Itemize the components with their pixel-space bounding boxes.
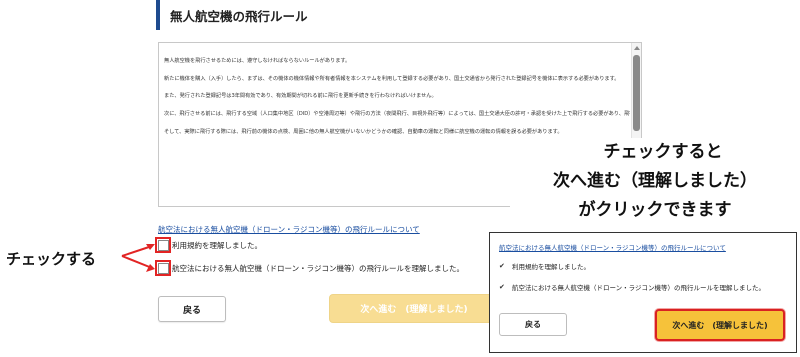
enable-callout-line: 次へ進む（理解しました）: [553, 171, 757, 191]
inset-back-button[interactable]: 戻る: [499, 313, 567, 336]
terms-content: 無人航空機を飛行させるためには、遵守しなければならないルールがあります。 新たに…: [164, 57, 630, 146]
terms-checkbox-label[interactable]: 利用規約を理解しました。: [172, 240, 262, 251]
flight-rules-link[interactable]: 航空法における無人航空機（ドローン・ラジコン機等）の飛行ルールについて: [158, 224, 420, 235]
checkbox-highlight: [155, 237, 171, 253]
enable-callout: チェックすると 次へ進む（理解しました） がクリックできます: [510, 138, 800, 225]
inset-next-button[interactable]: 次へ進む (理解しました): [655, 309, 785, 341]
inset-terms-row[interactable]: ✔ 利用規約を理解しました。: [499, 261, 590, 271]
rules-checkbox-row[interactable]: 航空法における無人航空機（ドローン・ラジコン機等）の飛行ルールを理解しました。: [158, 263, 464, 274]
next-button-disabled[interactable]: 次へ進む (理解しました): [329, 294, 499, 323]
terms-paragraph: また、発行された登録記号は3年間有効であり、有効期間が切れる前に飛行を更新手続き…: [164, 93, 437, 100]
enable-callout-line: がクリックできます: [578, 200, 732, 220]
check-callout-text: チェックする: [6, 250, 97, 268]
inset-rules-row[interactable]: ✔ 航空法における無人航空機（ドローン・ラジコン機等）の飛行ルールを理解しました…: [499, 282, 765, 292]
checkbox-highlight: [155, 260, 171, 276]
page-title: 無人航空機の飛行ルール: [170, 8, 308, 24]
checked-state-inset: 航空法における無人航空機（ドローン・ラジコン機等）の飛行ルールについて ✔ 利用…: [489, 232, 797, 353]
terms-paragraph: 新たに機体を購入（入手）したら、まずは、その機体の機体情報や所有者情報を本システ…: [164, 75, 620, 82]
inset-flight-rules-link[interactable]: 航空法における無人航空機（ドローン・ラジコン機等）の飛行ルールについて: [499, 242, 726, 252]
checkmark-icon[interactable]: ✔: [499, 283, 509, 291]
inset-rules-label[interactable]: 航空法における無人航空機（ドローン・ラジコン機等）の飛行ルールを理解しました。: [512, 282, 765, 292]
terms-paragraph: そして、実際に飛行する際には、飛行前の機体の点検、周囲に他の無人航空機がいないか…: [164, 128, 563, 135]
terms-paragraph: 無人航空機を飛行させるためには、遵守しなければならないルールがあります。: [164, 58, 351, 64]
rules-checkbox-label[interactable]: 航空法における無人航空機（ドローン・ラジコン機等）の飛行ルールを理解しました。: [172, 263, 464, 274]
scroll-thumb[interactable]: [633, 55, 640, 131]
scroll-up-icon[interactable]: [634, 46, 640, 50]
terms-paragraph: 次に、飛行させる前には、飛行する空域（人口集中地区（DID）や空港周辺等）や飛行…: [164, 111, 630, 118]
checkmark-icon[interactable]: ✔: [499, 262, 509, 270]
terms-checkbox-row[interactable]: 利用規約を理解しました。: [158, 240, 262, 251]
enable-callout-line: チェックすると: [603, 142, 723, 162]
back-button[interactable]: 戻る: [158, 296, 226, 322]
inset-terms-label[interactable]: 利用規約を理解しました。: [512, 261, 590, 271]
page-title-bar: 無人航空機の飛行ルール: [156, 0, 638, 30]
